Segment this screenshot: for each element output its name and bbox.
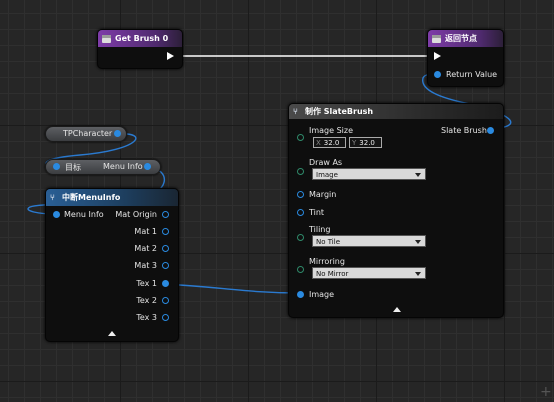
y-axis-label: Y <box>352 139 357 147</box>
make-struct-icon: ⑂ <box>293 107 298 116</box>
mat-1-pin[interactable] <box>162 228 169 235</box>
collapse-arrow-icon[interactable] <box>108 331 116 336</box>
mat-3-pin[interactable] <box>162 262 169 269</box>
menu-info-input-pin[interactable] <box>53 211 60 218</box>
break-menuinfo-title: 中断MenuInfo <box>62 193 121 202</box>
slate-brush-output-pin[interactable] <box>487 127 494 134</box>
exec-out-pin[interactable] <box>167 52 174 60</box>
image-input-pin[interactable] <box>297 291 304 298</box>
exec-in-pin[interactable] <box>434 52 441 60</box>
mat-2-label: Mat 2 <box>134 244 157 253</box>
draw-as-label: Draw As <box>309 158 343 167</box>
menu-info-output-label: Menu Info <box>103 162 143 171</box>
mat-origin-pin[interactable] <box>162 211 169 218</box>
break-menuinfo-header[interactable]: ⑂ 中断MenuInfo <box>46 189 178 206</box>
tpcharacter-label: TPCharacter <box>63 129 113 138</box>
tex-3-label: Tex 3 <box>136 313 157 322</box>
tex-3-pin[interactable] <box>162 314 169 321</box>
make-slatebrush-title: 制作 SlateBrush <box>305 107 374 116</box>
break-struct-icon: ⑂ <box>50 193 55 202</box>
return-node-header[interactable]: 返回节点 <box>428 30 503 47</box>
return-node-title: 返回节点 <box>445 34 477 43</box>
break-menuinfo-node[interactable]: ⑂ 中断MenuInfo Menu Info Mat Origin Mat 1 … <box>45 188 179 342</box>
tint-label: Tint <box>309 208 325 217</box>
margin-pin[interactable] <box>297 191 304 198</box>
tex-2-pin[interactable] <box>162 297 169 304</box>
tex-2-label: Tex 2 <box>136 296 157 305</box>
image-size-y-field[interactable]: Y 32.0 <box>349 137 382 148</box>
make-slatebrush-header[interactable]: ⑂ 制作 SlateBrush <box>289 104 503 119</box>
image-size-y-value: 32.0 <box>359 139 375 147</box>
return-node[interactable]: 返回节点 Return Value <box>427 29 504 87</box>
tint-pin[interactable] <box>297 209 304 216</box>
margin-label: Margin <box>309 190 337 199</box>
mat-2-pin[interactable] <box>162 245 169 252</box>
target-input-pin[interactable] <box>53 163 60 170</box>
image-size-pin[interactable] <box>297 134 304 141</box>
mat-3-label: Mat 3 <box>134 261 157 270</box>
draw-as-dropdown[interactable]: Image <box>312 168 426 180</box>
get-brush-title: Get Brush 0 <box>115 34 169 43</box>
mirroring-label: Mirroring <box>309 257 345 266</box>
dropdown-arrow-icon <box>415 173 421 177</box>
function-icon <box>432 34 441 43</box>
menu-info-input-label: Menu Info <box>64 210 104 219</box>
return-value-pin[interactable] <box>434 71 441 78</box>
tiling-pin[interactable] <box>297 234 304 241</box>
tiling-dropdown[interactable]: No Tile <box>312 235 426 247</box>
tiling-label: Tiling <box>309 225 331 234</box>
corner-mark: + <box>540 384 552 400</box>
make-slatebrush-node[interactable]: ⑂ 制作 SlateBrush Slate Brush Image Size X… <box>288 103 504 318</box>
menu-info-output-pin[interactable] <box>144 163 151 170</box>
draw-as-value: Image <box>316 171 338 179</box>
tpcharacter-node[interactable]: TPCharacter <box>45 126 127 142</box>
return-value-label: Return Value <box>446 70 498 79</box>
function-icon <box>102 34 111 43</box>
mirroring-value: No Mirror <box>316 270 349 278</box>
image-size-x-value: 32.0 <box>323 139 340 147</box>
slate-brush-output-label: Slate Brush <box>441 126 487 135</box>
dropdown-arrow-icon <box>415 240 421 244</box>
image-size-label: Image Size <box>309 126 354 135</box>
dropdown-arrow-icon <box>415 272 421 276</box>
tpcharacter-output-pin[interactable] <box>114 130 121 137</box>
menu-info-getter-node[interactable]: 目标 Menu Info <box>45 159 161 175</box>
get-brush-header[interactable]: Get Brush 0 <box>98 30 182 47</box>
image-size-x-field[interactable]: X 32.0 <box>313 137 346 148</box>
x-axis-label: X <box>316 139 321 147</box>
target-label: 目标 <box>65 163 81 172</box>
mirroring-pin[interactable] <box>297 266 304 273</box>
draw-as-pin[interactable] <box>297 168 304 175</box>
mat-origin-label: Mat Origin <box>115 210 157 219</box>
get-brush-node[interactable]: Get Brush 0 <box>97 29 183 69</box>
tex1-to-image-wire <box>163 283 300 294</box>
tex-1-pin[interactable] <box>162 280 169 287</box>
mat-1-label: Mat 1 <box>134 227 157 236</box>
collapse-arrow-icon[interactable] <box>393 307 401 312</box>
image-label: Image <box>309 290 335 299</box>
tex-1-label: Tex 1 <box>136 279 157 288</box>
mirroring-dropdown[interactable]: No Mirror <box>312 267 426 279</box>
tiling-value: No Tile <box>316 238 341 246</box>
